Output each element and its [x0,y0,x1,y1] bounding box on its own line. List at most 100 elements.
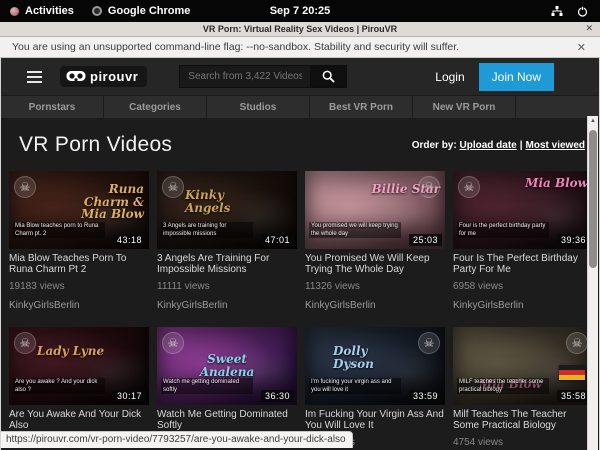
video-title[interactable]: Milf Teaches The Teacher Some Practical … [453,409,593,431]
window-close-button[interactable]: ✕ [585,23,593,34]
video-card[interactable]: ☠ Kinky Angels 3 Angels are training for… [157,171,297,311]
thumbnail-overlay-name: Lady Lyne [37,345,104,358]
menu-item-new-vr-porn[interactable]: New VR Porn [413,96,516,118]
search-icon [322,70,335,83]
join-now-button[interactable]: Join Now [479,63,554,91]
browser-viewport: pirouvr Login Join Now Pornstars Categor… [0,58,600,450]
video-thumbnail[interactable]: ☠ Mia Blow MILF teaches the teacher some… [453,327,593,405]
video-card[interactable]: ☠ Mia Blow MILF teaches the teacher some… [453,327,593,448]
thumbnail-overlay-name: Kinky Angels [185,189,257,214]
order-link-most-viewed[interactable]: Most viewed [526,140,585,151]
video-title[interactable]: Four Is The Perfect Birthday Party For M… [453,253,593,275]
duration-badge: 33:59 [409,390,442,402]
video-channel-link[interactable]: KinkyGirlsBerlin [9,300,149,311]
video-views: 19183 views [9,281,149,292]
scrollbar[interactable]: ▲ ▼ [587,116,598,450]
video-channel-link[interactable]: KinkyGirlsBerlin [453,300,593,311]
video-thumbnail[interactable]: ☠ Dolly Dyson I'm fucking your virgin as… [305,327,445,405]
channel-logo-badge: ☠ [14,332,36,354]
channel-logo-badge: ☠ [418,332,440,354]
thumbnail-overlay-name: Runa Charm & Mia Blow [72,183,144,221]
thumbnail-caption: I'm fucking your virgin ass and you will… [309,378,401,394]
activities-label: Activities [25,5,74,17]
thumbnail-caption: You promised we will keep trying the who… [309,222,401,238]
power-icon[interactable] [577,6,588,17]
activities-dot-icon [10,7,19,16]
page-title: VR Porn Videos [19,133,172,157]
video-title[interactable]: 3 Angels Are Training For Impossible Mis… [157,253,297,275]
search-input[interactable] [179,65,311,88]
video-thumbnail[interactable]: ☠ Kinky Angels 3 Angels are training for… [157,171,297,249]
video-channel-link[interactable]: KinkyGirlsBerlin [157,300,297,311]
order-by-label: Order by: [412,140,457,151]
video-grid: ☠ Runa Charm & Mia Blow Mia Blow teaches… [1,157,599,448]
chrome-icon [92,6,102,16]
thumbnail-caption: Are you awake ? And your dick also ? [13,378,105,394]
main-menu: Pornstars Categories Studios Best VR Por… [1,95,599,118]
thumbnail-caption: Four is the perfect birthday party for m… [457,222,549,238]
window-title: VR Porn: Virtual Reality Sex Videos | Pi… [203,24,397,34]
duration-badge: 35:58 [557,390,590,402]
cat-skull-icon: ☠ [424,336,435,350]
video-card[interactable]: ☠ Lady Lyne Are you awake ? And your dic… [9,327,149,448]
order-separator: | [520,140,523,151]
video-title[interactable]: You Promised We Will Keep Trying The Who… [305,253,445,275]
thumbnail-caption: Watch me getting dominated softly [161,378,253,394]
site-logo[interactable]: pirouvr [60,66,147,87]
chrome-taskbar-item[interactable]: Google Chrome [92,5,191,17]
duration-badge: 43:18 [113,234,146,246]
video-thumbnail[interactable]: ☠ Mia Blow Four is the perfect birthday … [453,171,593,249]
video-thumbnail[interactable]: ☠ Runa Charm & Mia Blow Mia Blow teaches… [9,171,149,249]
order-link-upload-date[interactable]: Upload date [459,140,516,151]
network-icon[interactable] [551,6,563,17]
vr-goggles-icon [66,70,86,83]
video-thumbnail[interactable]: ☠ Billie Star You promised we will keep … [305,171,445,249]
video-card[interactable]: ☠ Mia Blow Four is the perfect birthday … [453,171,593,311]
cat-skull-icon: ☠ [168,336,179,350]
video-card[interactable]: ☠ Runa Charm & Mia Blow Mia Blow teaches… [9,171,149,311]
duration-badge: 25:03 [409,234,442,246]
cat-skull-icon: ☠ [572,336,583,350]
warning-bar: You are using an unsupported command-lin… [0,37,600,58]
link-preview-bubble: https://pirouvr.com/vr-porn-video/779325… [1,431,353,448]
video-thumbnail[interactable]: ☠ Lady Lyne Are you awake ? And your dic… [9,327,149,405]
video-title[interactable]: Mia Blow Teaches Porn To Runa Charm Pt 2 [9,253,149,275]
video-channel-link[interactable]: KinkyGirlsBerlin [305,300,445,311]
scroll-thumb[interactable] [589,130,597,268]
menu-item-best-vr-porn[interactable]: Best VR Porn [310,96,413,118]
cat-skull-icon: ☠ [464,180,475,194]
activities-button[interactable]: Activities [10,5,74,17]
order-by: Order by: Upload date |Most viewed [412,140,585,151]
video-thumbnail[interactable]: ☠ Sweet Analena Watch me getting dominat… [157,327,297,405]
video-card[interactable]: ☠ Sweet Analena Watch me getting dominat… [157,327,297,448]
link-preview-url: https://pirouvr.com/vr-porn-video/779325… [6,434,346,445]
thumbnail-caption: Mia Blow teaches porn to Runa Charm pt. … [13,222,105,238]
search-button[interactable] [311,65,347,88]
menu-item-pornstars[interactable]: Pornstars [1,96,104,118]
video-card[interactable]: ☠ Billie Star You promised we will keep … [305,171,445,311]
warning-message: You are using an unsupported command-lin… [0,41,459,53]
video-title[interactable]: Are You Awake And Your Dick Also [9,409,149,431]
duration-badge: 36:30 [261,390,294,402]
video-title[interactable]: Im Fucking Your Virgin Ass And You Will … [305,409,445,431]
cat-skull-icon: ☠ [20,336,31,350]
duration-badge: 30:17 [113,390,146,402]
cat-skull-icon: ☠ [20,180,31,194]
thumbnail-overlay-name: Billie Star [372,183,441,196]
hamburger-menu-button[interactable] [27,71,42,83]
channel-logo-badge: ☠ [458,176,480,198]
channel-logo-badge: ☠ [566,332,588,354]
video-card[interactable]: ☠ Dolly Dyson I'm fucking your virgin as… [305,327,445,448]
menu-item-studios[interactable]: Studios [207,96,310,118]
login-link[interactable]: Login [435,70,464,84]
menu-item-categories[interactable]: Categories [104,96,207,118]
german-flag-icon [559,365,585,380]
video-views: 4754 views [453,437,593,448]
thumbnail-overlay-name: Dolly Dyson [333,345,405,370]
screen: Activities Google Chrome Sep 7 20:25 VR … [0,0,600,450]
video-title[interactable]: Watch Me Getting Dominated Softly [157,409,297,431]
warning-close-button[interactable]: ✕ [577,41,600,54]
search-bar [179,65,347,88]
scroll-up-icon[interactable]: ▲ [588,116,598,126]
page-head: VR Porn Videos Order by: Upload date |Mos… [1,118,599,157]
